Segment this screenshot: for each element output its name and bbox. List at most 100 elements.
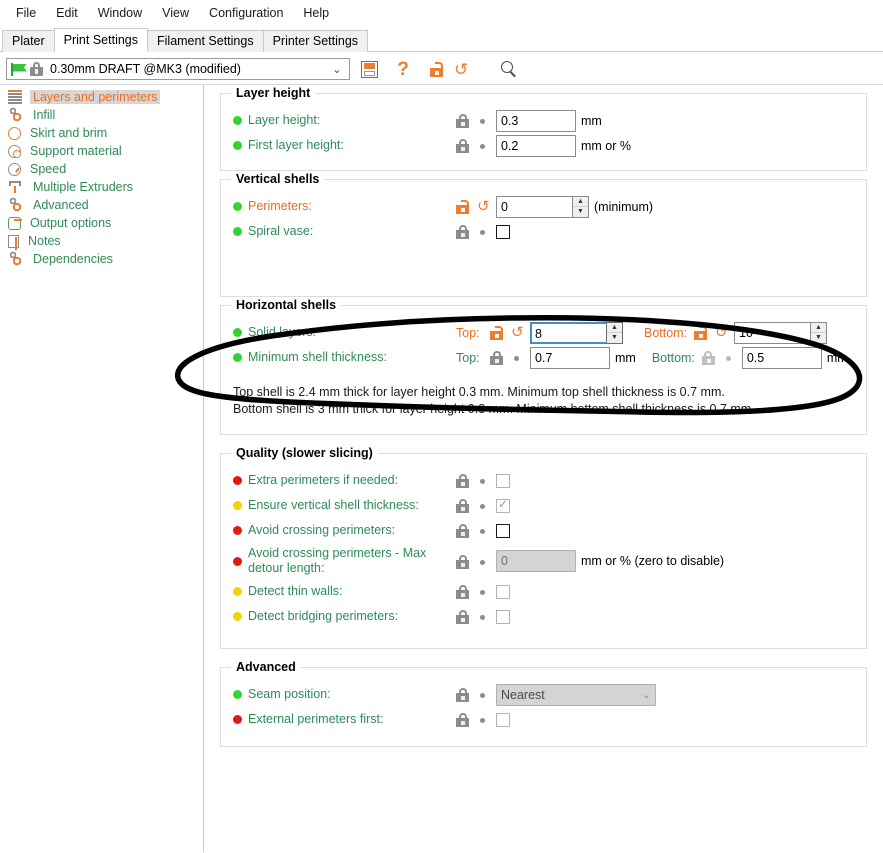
min-thickness-top-input[interactable]: 0.7 bbox=[530, 346, 610, 369]
sidebar-item-advanced[interactable]: Advanced bbox=[0, 196, 203, 214]
search-button[interactable] bbox=[494, 56, 524, 82]
seam-position-select[interactable]: Nearest ⌄ bbox=[496, 683, 656, 706]
spinner-down-button[interactable]: ▼ bbox=[607, 333, 622, 343]
revert-dot-icon[interactable] bbox=[476, 523, 490, 538]
revert-dot-icon[interactable] bbox=[476, 113, 490, 128]
ensure-vertical-shell-thickness-checkbox[interactable] bbox=[496, 497, 510, 513]
layer-height-input[interactable]: 0.3 bbox=[496, 109, 576, 132]
lock-icon[interactable] bbox=[456, 138, 470, 153]
sidebar-item-layers-and-perimeters[interactable]: Layers and perimeters bbox=[0, 88, 203, 106]
spinner-up-button[interactable]: ▲ bbox=[573, 196, 588, 207]
revert-dot-icon[interactable] bbox=[476, 687, 490, 702]
settings-sidebar: Layers and perimeters Infill Skirt and b… bbox=[0, 85, 204, 852]
revert-dot-icon[interactable] bbox=[476, 609, 490, 624]
menu-item-file[interactable]: File bbox=[6, 4, 46, 22]
revert-dot-icon[interactable] bbox=[476, 224, 490, 239]
sidebar-item-dependencies[interactable]: Dependencies bbox=[0, 250, 203, 268]
solid-layers-top-input[interactable]: 8 bbox=[530, 321, 606, 344]
perimeters-input[interactable]: 0 bbox=[496, 195, 572, 218]
description-line-2: Bottom shell is 3 mm thick for layer hei… bbox=[233, 402, 755, 416]
tab-plater[interactable]: Plater bbox=[2, 30, 55, 52]
tab-filament-settings[interactable]: Filament Settings bbox=[147, 30, 264, 52]
revert-dot-icon[interactable] bbox=[722, 350, 736, 365]
revert-dot-icon[interactable] bbox=[510, 350, 524, 365]
help-button[interactable]: ? bbox=[388, 56, 418, 82]
solid-layers-bottom-input[interactable]: 10 bbox=[734, 321, 810, 344]
lock-icon[interactable] bbox=[456, 584, 470, 599]
solid-layers-bottom-spinner[interactable]: 10 ▲ ▼ bbox=[734, 321, 827, 344]
perimeters-spinner[interactable]: 0 ▲ ▼ bbox=[496, 195, 589, 218]
spinner-up-button[interactable]: ▲ bbox=[811, 322, 826, 333]
lock-icon[interactable] bbox=[456, 609, 470, 624]
extra-perimeters-checkbox[interactable] bbox=[496, 473, 510, 488]
notes-icon bbox=[8, 235, 19, 250]
status-bullet-green bbox=[233, 202, 242, 211]
sidebar-item-output-options[interactable]: Output options bbox=[0, 214, 203, 232]
sidebar-item-notes[interactable]: Notes bbox=[0, 232, 203, 250]
settings-panel: Layer height Layer height: 0.3 mm First … bbox=[204, 85, 883, 852]
avoid-crossing-perimeters-checkbox[interactable] bbox=[496, 523, 510, 538]
tab-printer-settings[interactable]: Printer Settings bbox=[262, 30, 369, 52]
unlock-icon[interactable] bbox=[694, 325, 708, 340]
menu-item-window[interactable]: Window bbox=[88, 4, 152, 22]
tab-print-settings[interactable]: Print Settings bbox=[53, 28, 148, 52]
units-label: mm bbox=[826, 350, 848, 365]
revert-all-button[interactable]: ↻ bbox=[446, 56, 476, 82]
spinner-buttons[interactable]: ▲ ▼ bbox=[810, 321, 827, 344]
lock-icon[interactable] bbox=[456, 113, 470, 128]
menu-item-configuration[interactable]: Configuration bbox=[199, 4, 293, 22]
lock-icon[interactable] bbox=[490, 350, 504, 365]
revert-arrow-icon[interactable]: ↻ bbox=[476, 198, 490, 215]
units-label: mm bbox=[581, 113, 602, 128]
detect-thin-walls-checkbox[interactable] bbox=[496, 584, 510, 599]
revert-arrow-icon[interactable]: ↻ bbox=[510, 324, 524, 341]
option-label: Extra perimeters if needed: bbox=[248, 473, 399, 487]
unlock-icon[interactable] bbox=[456, 199, 470, 214]
lock-icon[interactable] bbox=[456, 712, 470, 727]
max-detour-length-input[interactable]: 0 bbox=[496, 550, 576, 572]
menu-item-view[interactable]: View bbox=[152, 4, 199, 22]
revert-dot-icon[interactable] bbox=[476, 554, 490, 569]
spinner-buttons[interactable]: ▲ ▼ bbox=[606, 321, 623, 344]
revert-dot-icon[interactable] bbox=[476, 473, 490, 488]
spinner-down-button[interactable]: ▼ bbox=[811, 333, 826, 343]
content-area: Layers and perimeters Infill Skirt and b… bbox=[0, 84, 883, 852]
lock-icon[interactable] bbox=[456, 473, 470, 488]
revert-dot-icon[interactable] bbox=[476, 138, 490, 153]
menu-item-edit[interactable]: Edit bbox=[46, 4, 88, 22]
sidebar-item-support-material[interactable]: Support material bbox=[0, 142, 203, 160]
lock-icon[interactable] bbox=[456, 687, 470, 702]
detect-bridging-perimeters-checkbox[interactable] bbox=[496, 609, 510, 624]
lock-icon[interactable] bbox=[456, 523, 470, 538]
group-layer-height: Layer height Layer height: 0.3 mm First … bbox=[220, 86, 867, 171]
sidebar-item-infill[interactable]: Infill bbox=[0, 106, 203, 124]
revert-dot-icon[interactable] bbox=[476, 584, 490, 599]
unlock-icon[interactable] bbox=[490, 325, 504, 340]
spinner-up-button[interactable]: ▲ bbox=[607, 322, 622, 333]
sidebar-item-speed[interactable]: Speed bbox=[0, 160, 203, 178]
revert-dot-icon[interactable] bbox=[476, 712, 490, 727]
save-preset-button[interactable] bbox=[354, 56, 384, 82]
lock-icon[interactable] bbox=[456, 554, 470, 569]
spinner-down-button[interactable]: ▼ bbox=[573, 207, 588, 217]
first-layer-height-input[interactable]: 0.2 bbox=[496, 134, 576, 157]
chevron-down-icon[interactable]: ⌄ bbox=[329, 63, 345, 76]
revert-dot-icon[interactable] bbox=[476, 498, 490, 513]
spinner-buttons[interactable]: ▲ ▼ bbox=[572, 195, 589, 218]
preset-combobox[interactable]: 0.30mm DRAFT @MK3 (modified) ⌄ bbox=[6, 58, 350, 80]
revert-arrow-icon[interactable]: ↻ bbox=[714, 324, 728, 341]
option-label: External perimeters first: bbox=[248, 712, 384, 726]
lock-icon[interactable] bbox=[456, 498, 470, 513]
sidebar-item-multiple-extruders[interactable]: Multiple Extruders bbox=[0, 178, 203, 196]
chevron-down-icon[interactable]: ⌄ bbox=[642, 688, 651, 701]
sidebar-item-skirt-and-brim[interactable]: Skirt and brim bbox=[0, 124, 203, 142]
group-advanced: Advanced Seam position: Nearest ⌄ Extern… bbox=[220, 660, 867, 747]
lock-icon[interactable] bbox=[456, 224, 470, 239]
solid-layers-top-spinner[interactable]: 8 ▲ ▼ bbox=[530, 321, 623, 344]
menu-item-help[interactable]: Help bbox=[293, 4, 339, 22]
min-thickness-bottom-input[interactable]: 0.5 bbox=[741, 346, 822, 369]
tab-bar: Plater Print Settings Filament Settings … bbox=[0, 26, 883, 52]
external-perimeters-first-checkbox[interactable] bbox=[496, 712, 510, 727]
lock-icon[interactable] bbox=[701, 350, 716, 365]
spiral-vase-checkbox[interactable] bbox=[496, 224, 510, 239]
